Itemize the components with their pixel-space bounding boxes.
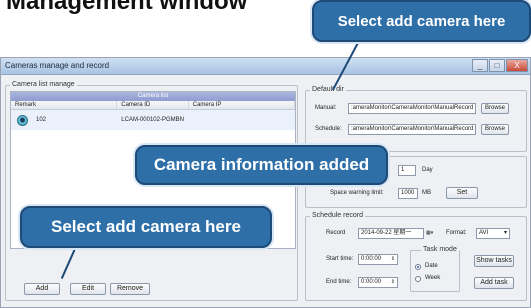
default-dir-group: Default dir Manual: :ameraMonitor\Camera… (305, 86, 527, 152)
record-date-picker[interactable]: 2014-09-22 星期一 (358, 228, 424, 239)
end-time-spinner-icon[interactable]: ⇕ (391, 278, 395, 287)
window-title: Cameras manage and record (5, 61, 110, 70)
schedule-record-label: Schedule record (310, 212, 365, 219)
edit-button[interactable]: Edit (70, 283, 106, 295)
camera-id: LCAM-000102-PGMBN (121, 117, 184, 123)
callout-select-add-camera-bottom: Select add camera here (20, 206, 272, 248)
camera-table-title: Camera list (11, 92, 295, 101)
maximize-button[interactable]: □ (489, 59, 505, 72)
task-mode-group: Task mode Date Week (410, 246, 460, 292)
add-task-button[interactable]: Add task (474, 277, 514, 289)
camera-table-columns: Remark Camera ID Camera IP (11, 101, 295, 110)
table-row[interactable]: 102 LCAM-000102-PGMBN (11, 110, 295, 130)
mode-week-label: Week (425, 275, 441, 281)
space-unit: MB (422, 190, 431, 196)
start-time-spinner-icon[interactable]: ⇕ (391, 255, 395, 264)
column-camera-id[interactable]: Camera ID (117, 101, 189, 109)
mode-date-label: Date (425, 263, 438, 269)
callout-camera-information-added: Camera information added (135, 145, 388, 185)
show-tasks-button[interactable]: Show tasks (474, 255, 514, 267)
record-date: 2014-09-22 (361, 230, 392, 236)
format-dropdown-icon: ▾ (503, 230, 507, 236)
default-dir-label: Default dir (310, 86, 346, 93)
schedule-dir-field[interactable]: :ameraMonitor\CameraMonitor\ManualRecord (348, 124, 476, 135)
callout-select-add-camera-top: Select add camera here (312, 0, 531, 42)
date-dropdown-icon[interactable]: ▦▾ (426, 230, 433, 236)
minimize-button[interactable]: _ (472, 59, 488, 72)
manual-label: Manual: (315, 105, 337, 111)
schedule-dir-label: Schedule: (315, 126, 342, 132)
space-warning-field[interactable]: 1000 (398, 188, 418, 199)
start-time-field[interactable]: 0:00:00 ⇕ (358, 254, 398, 265)
column-remark[interactable]: Remark (11, 101, 118, 109)
task-mode-label: Task mode (421, 246, 459, 253)
manual-dir-field[interactable]: :ameraMonitor\CameraMonitor\ManualRecord (348, 103, 476, 114)
day-unit: Day (422, 167, 433, 173)
end-time-label: End time: (326, 279, 352, 285)
format-label: Format: (446, 230, 467, 236)
day-field[interactable]: 1 (398, 165, 416, 176)
record-weekday: 星期一 (393, 230, 412, 236)
camera-remark: 102 (36, 117, 47, 123)
close-button[interactable]: X (506, 59, 528, 72)
space-warning-label: Space warning limit: (330, 190, 384, 196)
mode-date-radio[interactable] (415, 264, 421, 270)
format-select[interactable]: AVI ▾ (476, 228, 510, 239)
schedule-record-group: Schedule record Record 2014-09-22 星期一 ▦▾… (305, 212, 527, 301)
start-time-label: Start time: (326, 256, 354, 262)
mode-week-radio[interactable] (415, 276, 421, 282)
set-button[interactable]: Set (446, 187, 478, 199)
slide-title: Management window (6, 0, 248, 15)
record-label: Record (326, 230, 346, 236)
window-controls: _ □ X (472, 59, 528, 72)
title-bar: Cameras manage and record _ □ X (1, 58, 530, 75)
schedule-browse-button[interactable]: Browse (481, 124, 509, 135)
camera-icon (17, 114, 28, 126)
remove-button[interactable]: Remove (110, 283, 150, 295)
camera-list-group-label: Camera list manage (10, 81, 77, 88)
end-time-field[interactable]: 0:00:00 ⇕ (358, 277, 398, 288)
add-button[interactable]: Add (24, 283, 60, 295)
column-camera-ip[interactable]: Camera IP (189, 101, 295, 109)
camera-list-group: Camera list manage Camera list Remark Ca… (5, 81, 298, 301)
manual-browse-button[interactable]: Browse (481, 103, 509, 114)
